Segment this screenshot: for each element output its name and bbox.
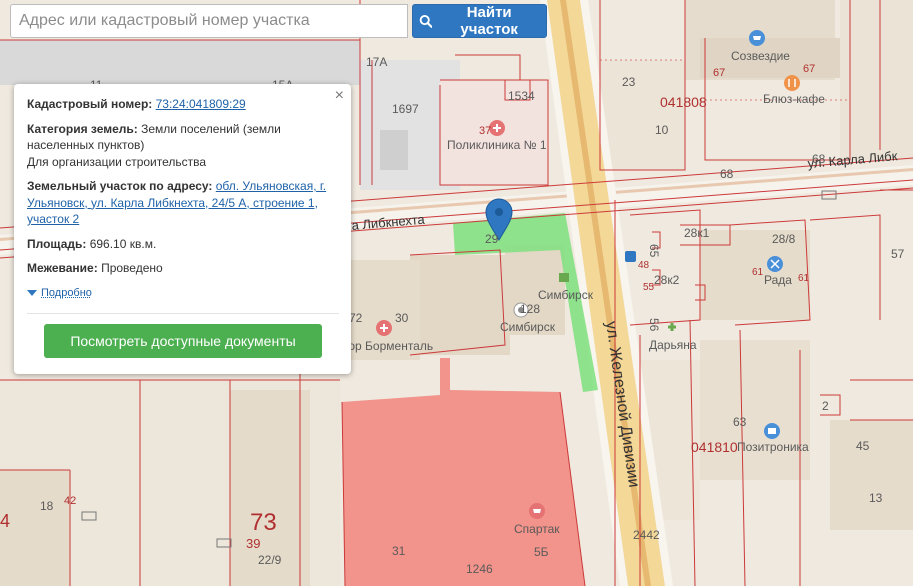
house-number: 23 xyxy=(622,75,636,89)
house-number: 17А xyxy=(366,55,387,69)
close-icon[interactable]: × xyxy=(335,88,344,104)
map-building xyxy=(700,340,810,480)
house-number: 42 xyxy=(64,495,76,507)
hospital-icon[interactable] xyxy=(376,320,392,336)
house-number: 10 xyxy=(655,123,669,137)
house-number: 2442 xyxy=(633,528,660,542)
shop-icon[interactable] xyxy=(764,423,780,439)
poi-label: Дарьяна xyxy=(649,338,697,352)
map-building xyxy=(380,130,408,170)
cafe-icon[interactable] xyxy=(784,75,800,91)
map-building xyxy=(600,60,685,170)
area-row: Площадь: 696.10 кв.м. xyxy=(27,236,339,253)
poi-label: Рада xyxy=(764,273,792,287)
land-category-label: Категория земель: xyxy=(27,121,138,136)
map-building xyxy=(0,470,70,586)
house-number: 128 xyxy=(520,302,540,316)
hospital-icon[interactable] xyxy=(489,120,505,136)
find-parcel-button[interactable]: Найти участок xyxy=(412,4,547,38)
block-number: 041810 xyxy=(691,439,738,455)
house-number: 30 xyxy=(395,311,409,325)
house-number: 61 xyxy=(752,267,764,278)
search-icon xyxy=(419,14,433,28)
house-number: 68 xyxy=(812,152,826,166)
parcel-info-popup: × Кадастровый номер: 73:24:041809:29 Кат… xyxy=(14,84,351,374)
house-number: 57 xyxy=(891,247,905,261)
survey-row: Межевание: Проведено xyxy=(27,260,339,277)
address-row: Земельный участок по адресу: обл. Ульяно… xyxy=(27,178,339,228)
triangle-down-icon xyxy=(27,289,37,296)
poi-label: Спартак xyxy=(514,522,560,536)
salon-icon[interactable] xyxy=(767,256,783,272)
house-number: 37 xyxy=(479,125,491,137)
house-number: 1534 xyxy=(508,89,535,103)
house-number: 55 xyxy=(643,282,655,293)
poi-label: Созвездие xyxy=(731,49,790,63)
land-use-value: Для организации строительства xyxy=(27,154,207,169)
shop-icon[interactable] xyxy=(559,273,569,282)
house-number: 1697 xyxy=(392,102,419,116)
popup-divider xyxy=(27,313,339,314)
bus-stop-icon[interactable] xyxy=(625,251,636,262)
house-number: 28/8 xyxy=(772,232,796,246)
house-number: 67 xyxy=(803,63,815,75)
map-area-gray xyxy=(0,40,360,85)
house-number: 56 xyxy=(647,318,661,332)
house-number: 45 xyxy=(856,439,870,453)
house-number: 72 xyxy=(349,311,363,325)
house-number: 63 xyxy=(733,415,747,429)
survey-value: Проведено xyxy=(101,261,163,275)
land-category-row: Категория земель: Земли поселений (земли… xyxy=(27,121,339,171)
details-toggle-label: Подробно xyxy=(41,286,92,299)
poi-label: Симбирск xyxy=(500,320,556,334)
map-building xyxy=(830,420,913,530)
cadastral-number-label: Кадастровый номер: xyxy=(27,97,153,111)
house-number: 13 xyxy=(869,491,883,505)
house-number: 67 xyxy=(713,67,725,79)
house-number: 28к2 xyxy=(654,273,680,287)
block-number: 041808 xyxy=(660,94,707,110)
details-toggle[interactable]: Подробно xyxy=(27,285,339,302)
block-number: 73 xyxy=(250,509,277,536)
view-documents-button[interactable]: Посмотреть доступные документы xyxy=(44,324,322,358)
poi-label: Симбирск xyxy=(538,288,594,302)
poi-label: тор Борменталь xyxy=(343,339,433,353)
house-number: 2 xyxy=(822,399,829,413)
house-number: 1246 xyxy=(466,562,493,576)
house-number: 68 xyxy=(720,167,734,181)
map-building xyxy=(840,0,913,160)
house-number: 18 xyxy=(40,499,54,513)
find-parcel-button-label: Найти участок xyxy=(460,4,518,38)
area-value: 696.10 кв.м. xyxy=(89,236,157,251)
poi-label: Поликлиника № 1 xyxy=(447,138,547,152)
house-number: 29 xyxy=(485,232,499,246)
address-label: Земельный участок по адресу: xyxy=(27,179,213,193)
house-number: 4 xyxy=(0,511,10,531)
house-number: 22/9 xyxy=(258,553,282,567)
house-number: 61 xyxy=(798,273,810,284)
search-input[interactable] xyxy=(10,4,408,38)
house-number: 48 xyxy=(638,260,650,271)
poi-label: Блюз-кафе xyxy=(763,92,825,106)
house-number: 31 xyxy=(392,544,406,558)
poi-label: Позитроника xyxy=(737,440,809,454)
cadastral-number-link[interactable]: 73:24:041809:29 xyxy=(156,97,246,111)
house-number: 5Б xyxy=(534,545,549,559)
house-number: 39 xyxy=(246,536,260,551)
survey-label: Межевание: xyxy=(27,261,98,275)
shop-icon[interactable] xyxy=(749,30,765,46)
shop-icon[interactable] xyxy=(529,503,545,519)
cadastral-number-row: Кадастровый номер: 73:24:041809:29 xyxy=(27,96,339,113)
house-number: 28к1 xyxy=(684,226,710,240)
area-label: Площадь: xyxy=(27,236,87,251)
house-number: 65 xyxy=(647,244,661,258)
